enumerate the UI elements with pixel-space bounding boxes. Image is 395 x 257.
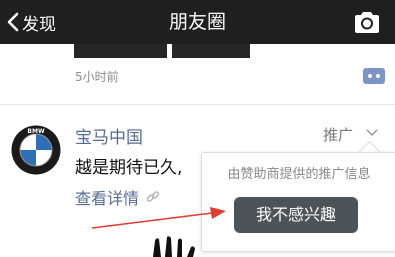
ad-feedback-popover: 由赞助商提供的推广信息 我不感兴趣 [201, 152, 395, 252]
popover-info-text: 由赞助商提供的推广信息 [227, 167, 371, 182]
post-time: 5小时前 [75, 70, 119, 84]
back-button[interactable]: 发现 [6, 0, 56, 44]
back-button-label: 发现 [22, 14, 56, 35]
view-details-link[interactable]: 查看详情 [75, 185, 139, 209]
page-title: 朋友圈 [168, 11, 226, 33]
previous-post-photos [0, 44, 395, 58]
hand-image [153, 236, 195, 257]
dot-icon [368, 74, 372, 78]
chevron-down-icon[interactable] [366, 128, 378, 138]
navigation-bar: 发现 朋友圈 [0, 0, 395, 44]
divider [0, 104, 395, 105]
dot-icon [376, 74, 380, 78]
camera-icon[interactable] [353, 10, 381, 34]
chevron-left-icon [7, 12, 19, 32]
comment-button[interactable] [363, 68, 385, 84]
author-name[interactable]: 宝马中国 [75, 123, 143, 148]
post-text: 越是期待已久, [75, 158, 183, 178]
post-photo[interactable] [74, 44, 167, 58]
not-interested-button[interactable]: 我不感兴趣 [234, 197, 358, 233]
ad-label[interactable]: 推广 [323, 124, 353, 145]
avatar-text: BMW [27, 128, 45, 135]
link-icon [146, 191, 160, 202]
post-photo[interactable] [172, 44, 250, 58]
bmw-logo-avatar[interactable]: BMW [11, 125, 61, 175]
